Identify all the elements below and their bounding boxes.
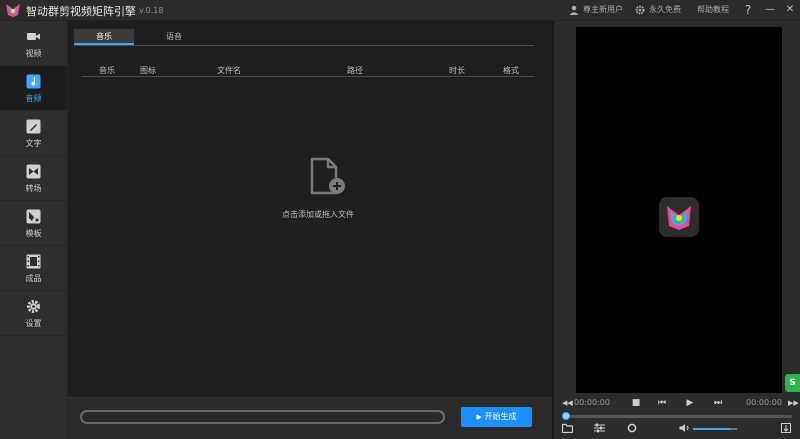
music-note-icon	[26, 74, 41, 89]
current-time: 00:00:00	[574, 398, 610, 407]
generate-progress-bar	[80, 410, 445, 424]
sidebar-item-label: 音频	[25, 94, 42, 103]
app-title: 智动群剪视频矩阵引擎	[26, 5, 136, 18]
volume-slider[interactable]	[693, 428, 737, 430]
template-icon	[26, 209, 41, 224]
app-version: v.0.18	[139, 6, 164, 15]
media-panel: 音乐 语音 音乐 图标 文件名 路径 时长 格式 点击添加或拖入文件 ▶ 开始生…	[68, 21, 552, 439]
gear-icon	[27, 300, 40, 313]
film-icon	[26, 254, 41, 269]
adjust-icon[interactable]	[594, 423, 605, 433]
close-button[interactable]: ✕	[783, 2, 797, 18]
stop-icon[interactable]: ■	[631, 397, 641, 409]
title-bar: 智动群剪视频矩阵引擎 v.0.18 尊主新用户 永久免费 帮助教程 ? — ✕	[0, 0, 800, 21]
user-icon	[569, 5, 579, 15]
preview-panel: ◀◀ 00:00:00 ■ ⏮ ▶ ⏭ 00:00:00 ▶▶	[552, 21, 800, 439]
play-icon: ▶	[476, 413, 482, 421]
seek-bar[interactable]	[562, 412, 792, 420]
volume-fill	[693, 428, 731, 430]
license-label: 永久免费	[649, 5, 681, 14]
sidebar-item-label: 文字	[25, 139, 42, 148]
volume-icon[interactable]	[679, 423, 690, 433]
minimize-button[interactable]: —	[763, 2, 777, 18]
column-header-path[interactable]: 路径	[347, 65, 363, 76]
sidebar-item-output[interactable]: 成品	[0, 246, 67, 291]
video-camera-icon	[27, 33, 40, 40]
gear-icon	[635, 5, 645, 15]
add-file-icon	[310, 157, 345, 195]
user-account-button[interactable]: 尊主新用户	[569, 4, 623, 15]
column-header-music[interactable]: 音乐	[99, 65, 115, 76]
end-time: 00:00:00	[746, 398, 782, 407]
floating-badge[interactable]: S	[785, 374, 800, 392]
fast-forward-icon[interactable]: ▶▶	[788, 397, 799, 409]
play-icon[interactable]: ▶	[685, 397, 695, 409]
sidebar-item-label: 转场	[25, 184, 42, 193]
sidebar-item-video[interactable]: 视频	[0, 21, 67, 66]
playback-controls: ◀◀ 00:00:00 ■ ⏮ ▶ ⏭ 00:00:00 ▶▶	[554, 397, 800, 411]
help-label: 帮助教程	[697, 5, 729, 14]
next-icon[interactable]: ⏭	[713, 397, 723, 409]
table-header: 音乐 图标 文件名 路径 时长 格式	[82, 57, 534, 77]
tab-bar: 音乐 语音	[74, 29, 534, 46]
sidebar: 视频 音频 文字 转场 模板 成品 设置	[0, 21, 68, 439]
previous-icon[interactable]: ⏮	[657, 397, 667, 409]
help-tutorial-link[interactable]: 帮助教程	[697, 4, 729, 15]
column-header-icon[interactable]: 图标	[140, 65, 156, 76]
license-button[interactable]: 永久免费	[635, 4, 681, 15]
app-logo-icon	[659, 197, 699, 237]
user-label: 尊主新用户	[583, 5, 623, 14]
video-preview-screen[interactable]	[576, 27, 782, 393]
tab-voice[interactable]: 语音	[144, 29, 204, 45]
export-icon[interactable]	[781, 423, 791, 433]
transition-icon	[26, 164, 41, 179]
help-question-button[interactable]: ?	[741, 2, 755, 18]
sidebar-item-label: 模板	[25, 229, 42, 238]
sidebar-item-template[interactable]: 模板	[0, 201, 67, 246]
folder-icon[interactable]	[562, 423, 573, 433]
empty-hint: 点击添加或拖入文件	[282, 210, 354, 219]
column-header-format[interactable]: 格式	[503, 65, 519, 76]
start-generate-button[interactable]: ▶ 开始生成	[461, 407, 532, 427]
column-header-duration[interactable]: 时长	[449, 65, 465, 76]
tab-music[interactable]: 音乐	[74, 29, 134, 45]
sidebar-item-text[interactable]: 文字	[0, 111, 67, 156]
sidebar-item-label: 视频	[25, 49, 42, 58]
pencil-icon	[26, 119, 41, 134]
sidebar-item-audio[interactable]: 音频	[0, 66, 67, 111]
rewind-icon[interactable]: ◀◀	[562, 397, 573, 409]
column-header-filename[interactable]: 文件名	[217, 65, 241, 76]
sidebar-item-settings[interactable]: 设置	[0, 291, 67, 336]
sidebar-item-label: 设置	[25, 319, 42, 328]
generate-bar: ▶ 开始生成	[68, 397, 552, 439]
start-generate-label: 开始生成	[484, 412, 517, 421]
sidebar-item-label: 成品	[25, 274, 42, 283]
refresh-icon[interactable]	[627, 423, 637, 433]
empty-drop-zone[interactable]: 点击添加或拖入文件	[263, 157, 393, 220]
sidebar-item-transition[interactable]: 转场	[0, 156, 67, 201]
app-logo-icon	[6, 4, 20, 17]
seek-handle[interactable]	[562, 412, 570, 420]
preview-tools	[554, 422, 800, 436]
